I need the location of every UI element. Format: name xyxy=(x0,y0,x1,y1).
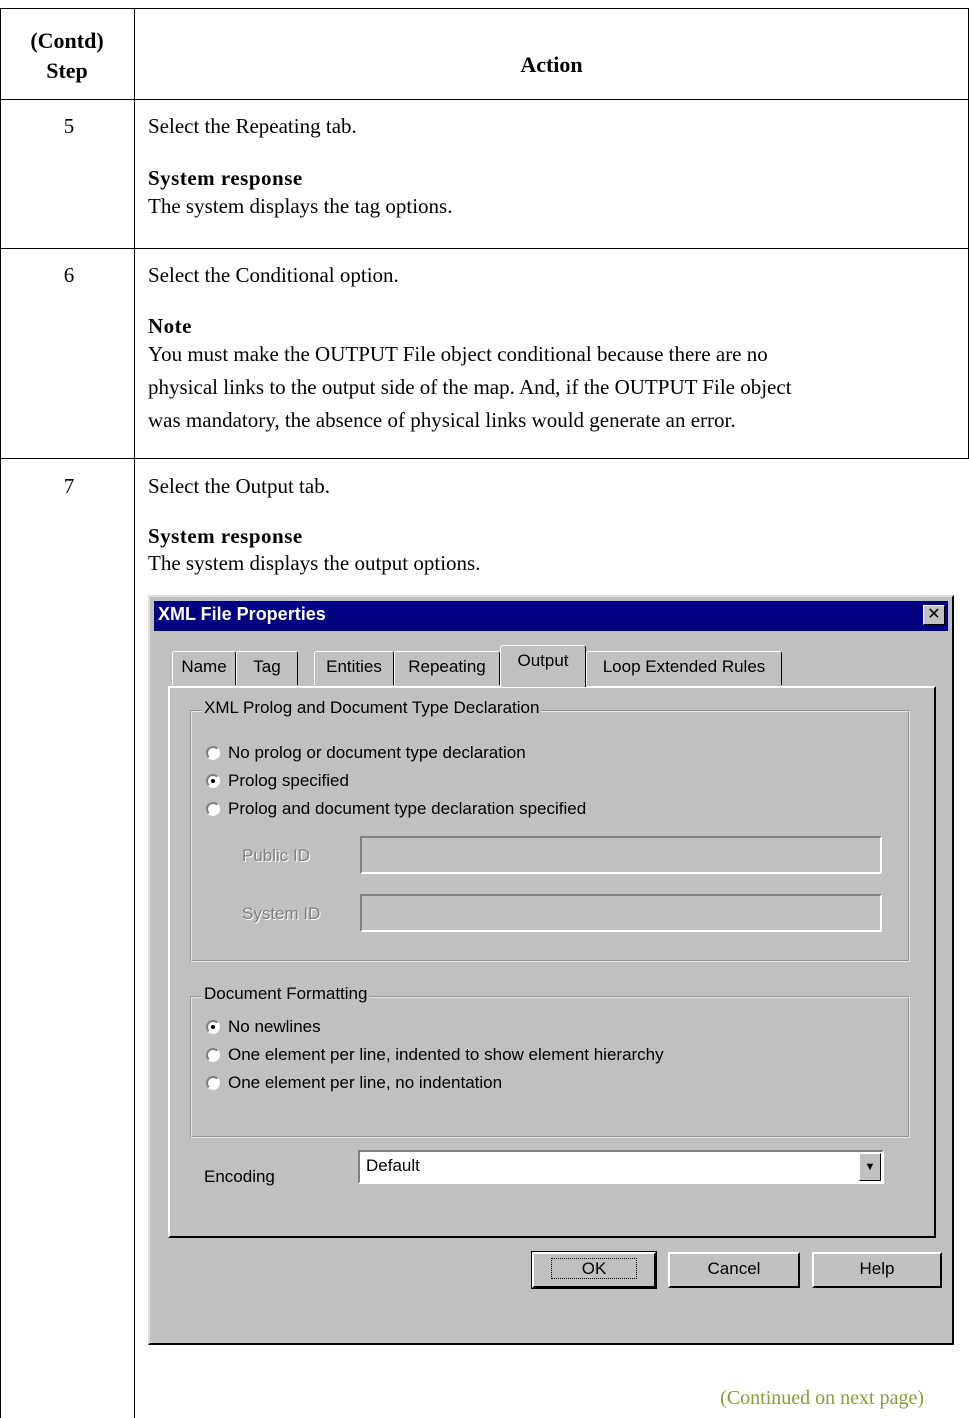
dialog-titlebar[interactable]: XML File Properties ✕ xyxy=(154,601,948,631)
radio-prolog-and-doctype[interactable]: Prolog and document type declaration spe… xyxy=(206,798,586,820)
formatting-group-legend: Document Formatting xyxy=(202,984,370,1004)
radio-label: No newlines xyxy=(228,1017,321,1036)
help-button[interactable]: Help xyxy=(812,1252,942,1288)
radio-button[interactable] xyxy=(206,802,220,816)
output-tab-panel: XML Prolog and Document Type Declaration… xyxy=(168,686,936,1238)
radio-prolog-specified[interactable]: Prolog specified xyxy=(206,770,349,792)
ok-button[interactable]: OK xyxy=(531,1251,657,1289)
tab-repeating[interactable]: Repeating xyxy=(394,651,500,685)
cancel-button[interactable]: Cancel xyxy=(668,1252,800,1288)
step-number: 6 xyxy=(63,263,75,287)
row-divider xyxy=(0,248,969,249)
radio-button[interactable] xyxy=(206,1020,220,1034)
action-column-header: Action xyxy=(520,52,583,77)
header-contd: (Contd) xyxy=(30,28,104,53)
header-divider xyxy=(0,99,969,100)
radio-label: One element per line, indented to show e… xyxy=(228,1045,664,1064)
continued-note: (Continued on next page) xyxy=(720,1387,924,1409)
radio-no-newlines[interactable]: No newlines xyxy=(206,1016,321,1038)
step-body: The system displays the tag options. xyxy=(148,194,453,218)
step-subhead: Note xyxy=(148,314,192,338)
system-id-field[interactable] xyxy=(360,894,882,932)
step-body: The system displays the output options. xyxy=(148,551,481,575)
dialog-title: XML File Properties xyxy=(158,604,326,624)
radio-label: Prolog and document type declaration spe… xyxy=(228,799,587,818)
note-line: You must make the OUTPUT File object con… xyxy=(148,342,768,366)
encoding-label: Encoding xyxy=(204,1167,275,1186)
radio-label: Prolog specified xyxy=(228,771,349,790)
step-instruction: Select the Output tab. xyxy=(148,474,330,498)
row-divider xyxy=(0,458,969,459)
encoding-value: Default xyxy=(366,1156,420,1175)
radio-button[interactable] xyxy=(206,1076,220,1090)
step-instruction: Select the Repeating tab. xyxy=(148,114,357,138)
note-line: physical links to the output side of the… xyxy=(148,375,792,399)
radio-label: One element per line, no indentation xyxy=(228,1073,503,1092)
table-left-border xyxy=(0,8,1,1418)
tab-name[interactable]: Name xyxy=(172,651,236,685)
step-number: 5 xyxy=(63,114,75,138)
radio-no-indentation[interactable]: One element per line, no indentation xyxy=(206,1072,502,1094)
chevron-down-icon[interactable]: ▼ xyxy=(859,1153,881,1181)
radio-button[interactable] xyxy=(206,1048,220,1062)
public-id-label: Public ID xyxy=(242,846,311,865)
system-id-label: System ID xyxy=(242,904,321,923)
step-column-header: (Contd) Step xyxy=(0,26,134,86)
tab-loop-extended-rules[interactable]: Loop Extended Rules xyxy=(586,651,782,685)
prolog-group: XML Prolog and Document Type Declaration… xyxy=(190,698,910,962)
radio-button[interactable] xyxy=(206,774,220,788)
step-subhead: System response xyxy=(148,166,303,190)
prolog-group-legend: XML Prolog and Document Type Declaration xyxy=(202,698,542,718)
tab-entities[interactable]: Entities xyxy=(314,651,394,685)
radio-no-prolog[interactable]: No prolog or document type declaration xyxy=(206,742,526,764)
step-number: 7 xyxy=(63,474,75,498)
radio-indented[interactable]: One element per line, indented to show e… xyxy=(206,1044,664,1066)
note-line: was mandatory, the absence of physical l… xyxy=(148,408,736,432)
xml-file-properties-dialog: XML File Properties ✕ Name Tag Entities … xyxy=(148,595,954,1345)
note-body: You must make the OUTPUT File object con… xyxy=(148,338,948,437)
tab-output[interactable]: Output xyxy=(500,645,586,687)
encoding-select[interactable]: Default ▼ xyxy=(358,1150,884,1184)
column-divider xyxy=(134,8,135,1418)
document-formatting-group: Document Formatting No newlines One elem… xyxy=(190,984,910,1138)
ok-button-label: OK xyxy=(550,1258,638,1279)
public-id-field[interactable] xyxy=(360,836,882,874)
tab-tag[interactable]: Tag xyxy=(236,651,298,685)
header-step: Step xyxy=(46,58,88,83)
step-instruction: Select the Conditional option. xyxy=(148,263,399,287)
close-icon[interactable]: ✕ xyxy=(923,605,945,625)
step-subhead: System response xyxy=(148,524,303,548)
radio-label: No prolog or document type declaration xyxy=(228,743,526,762)
table-top-border xyxy=(0,8,969,9)
radio-button[interactable] xyxy=(206,746,220,760)
